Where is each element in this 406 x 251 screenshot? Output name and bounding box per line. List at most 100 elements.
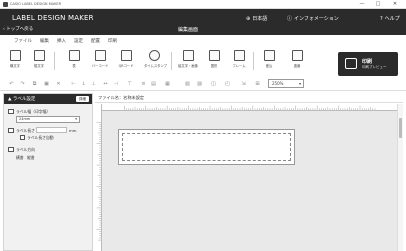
design-canvas[interactable] — [95, 104, 403, 251]
tape-width-label: ラベル幅（印字幅） — [16, 109, 51, 114]
scrollbar-thumb[interactable] — [399, 118, 402, 138]
toolbar-divider — [171, 52, 172, 70]
shape-icon — [208, 50, 220, 61]
help-label: ヘルプ — [384, 16, 400, 22]
image-tool[interactable]: 絵文字・画像 — [178, 50, 198, 68]
align-left-icon[interactable]: ⊢ — [70, 81, 77, 88]
align-right-icon[interactable]: ⊣ — [112, 81, 119, 88]
qr-code-icon — [120, 50, 132, 61]
redo-icon[interactable]: ↷ — [19, 81, 26, 88]
distribute-icon[interactable]: ≡ — [140, 81, 147, 88]
fit-icon[interactable]: ▤ — [150, 81, 157, 88]
menu-insert[interactable]: 挿入 — [57, 38, 66, 44]
group-icon[interactable]: ▧ — [184, 81, 191, 88]
menu-arrange[interactable]: 配置 — [91, 38, 100, 44]
collapse-icon[interactable]: ▲ — [8, 97, 11, 102]
merge-tool[interactable]: 差込 — [259, 50, 279, 68]
delete-icon[interactable]: ✕ — [55, 81, 62, 88]
help-icon: ? — [380, 15, 383, 22]
horizontal-text-tool[interactable]: 横文字 — [5, 50, 25, 68]
file-name: ファイル名：名称未設定 — [98, 95, 145, 100]
copy-icon[interactable]: ⧉ — [31, 81, 38, 88]
back-to-top-link[interactable]: ‹ トップへ戻る — [3, 26, 33, 32]
timestamp-tool[interactable]: タイムスタンプ — [144, 50, 167, 68]
chevron-down-icon: ▾ — [75, 117, 77, 121]
barcode-icon — [94, 50, 106, 61]
label-length-label: ラベル長さ — [16, 128, 35, 133]
menu-print[interactable]: 印刷 — [108, 38, 117, 44]
print-button[interactable]: 印刷 印刷プレビュー — [338, 52, 398, 76]
app-header: LABEL DESIGN MAKER ⊕ 日本語 ⓘ インフォメーション ? ヘ… — [0, 9, 406, 35]
file-name-bar: ファイル名：名称未設定 — [95, 93, 403, 103]
table-icon — [68, 50, 80, 61]
menu-edit[interactable]: 編集 — [40, 38, 49, 44]
brand-title: LABEL DESIGN MAKER — [12, 14, 94, 22]
zoom-fit-icon[interactable]: ⇲ — [240, 81, 247, 88]
label-direction-label: ラベル方向 — [16, 147, 35, 152]
qr-code-tool[interactable]: QRコード — [116, 50, 136, 68]
detail-button[interactable]: 詳細 — [76, 96, 89, 102]
label-print-area[interactable] — [122, 133, 291, 161]
rotate-icon[interactable]: ↔ — [102, 81, 109, 88]
paste-icon[interactable]: ▣ — [43, 81, 50, 88]
auto-length-checkbox[interactable] — [20, 135, 25, 140]
back-label: トップへ戻る — [6, 27, 34, 32]
minimize-button[interactable]: — — [356, 1, 368, 8]
length-unit: mm — [69, 128, 77, 133]
serial-number-tool[interactable]: 連番 — [287, 50, 307, 68]
information-link[interactable]: ⓘ インフォメーション — [287, 15, 339, 22]
menu-file[interactable]: ファイル — [14, 38, 32, 44]
screen-title: 編集画面 — [178, 27, 199, 33]
print-preview-label: 印刷プレビュー — [362, 65, 387, 69]
vertical-scrollbar[interactable] — [397, 104, 403, 251]
vertical-text-tool[interactable]: 縦文字 — [29, 50, 49, 68]
direction-horizontal-option[interactable]: 横書 — [16, 155, 24, 161]
chevron-left-icon: ‹ — [3, 27, 5, 32]
image-icon — [182, 50, 194, 61]
ungroup-icon[interactable]: ▨ — [196, 81, 203, 88]
window-title: CASIO LABEL DESIGN MAKER — [10, 2, 62, 6]
help-link[interactable]: ? ヘルプ — [380, 15, 400, 23]
label-direction-icon — [8, 147, 14, 152]
frame-tool[interactable]: フレーム — [229, 50, 249, 68]
printer-icon — [345, 58, 357, 69]
grid-icon[interactable]: ⊞ — [254, 81, 261, 88]
zoom-value: 250% — [272, 81, 284, 86]
globe-icon: ⊕ — [246, 15, 251, 22]
tape-width-select[interactable]: 24mm ▾ — [16, 116, 80, 123]
auto-length-label: ラベル長さ自動 — [27, 135, 54, 140]
toolbar-divider — [253, 52, 254, 70]
maximize-button[interactable]: □ — [372, 1, 384, 8]
panel-title: ▲ ラベル設定 — [8, 97, 36, 102]
vertical-ruler — [95, 104, 102, 251]
align-top-icon[interactable]: ⊤ — [126, 81, 133, 88]
clock-icon — [148, 50, 160, 61]
shape-tool[interactable]: 図形 — [204, 50, 224, 68]
horizontal-text-icon — [9, 50, 21, 61]
border-icon[interactable]: ◰ — [224, 81, 231, 88]
zoom-select[interactable]: 250% ▾ — [268, 79, 304, 88]
serial-number-icon — [291, 50, 303, 61]
label-length-icon — [8, 128, 14, 133]
title-bar: CASIO LABEL DESIGN MAKER — □ ✕ — [0, 0, 406, 9]
frame-icon — [233, 50, 245, 61]
menu-settings[interactable]: 設定 — [74, 38, 83, 44]
panel-header: ▲ ラベル設定 詳細 — [4, 94, 92, 104]
horizontal-ruler — [95, 104, 397, 111]
label-length-input[interactable] — [36, 127, 67, 133]
move-down-icon[interactable]: ↓ — [80, 81, 87, 88]
tape-width-icon — [8, 109, 14, 114]
close-button[interactable]: ✕ — [389, 1, 401, 8]
toolbar-divider — [54, 52, 55, 70]
merge-icon — [263, 50, 275, 61]
print-label: 印刷 — [362, 59, 373, 65]
barcode-tool[interactable]: バーコード — [90, 50, 110, 68]
layer-icon[interactable]: ◫ — [210, 81, 217, 88]
direction-vertical-option[interactable]: 縦書 — [27, 155, 35, 161]
undo-icon[interactable]: ↶ — [8, 81, 15, 88]
bring-front-icon[interactable]: ▦ — [164, 81, 171, 88]
align-center-icon[interactable]: ⊥ — [90, 81, 97, 88]
language-link[interactable]: ⊕ 日本語 — [246, 15, 267, 23]
table-tool[interactable]: 表 — [64, 50, 84, 68]
chevron-down-icon: ▾ — [298, 81, 301, 86]
